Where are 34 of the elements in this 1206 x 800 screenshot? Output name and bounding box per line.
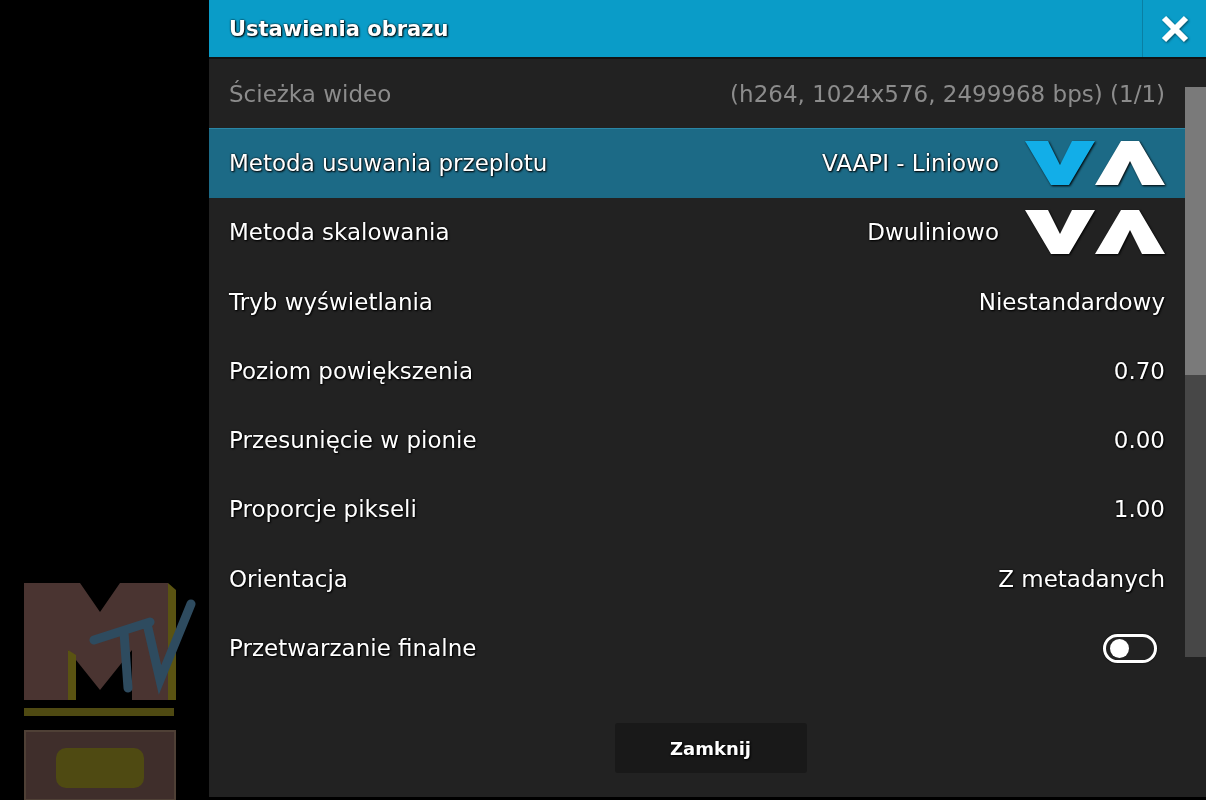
- setting-value: 1.00: [1113, 496, 1165, 523]
- setting-value: 0.00: [1113, 427, 1165, 454]
- chevron-down-icon[interactable]: [1025, 209, 1095, 256]
- setting-value: Dwuliniowo: [867, 219, 999, 246]
- list-item[interactable]: Przetwarzanie finalne: [209, 613, 1185, 683]
- close-icon: [1160, 14, 1189, 43]
- setting-label: Metoda usuwania przeplotu: [229, 150, 548, 177]
- chevron-up-icon[interactable]: [1095, 209, 1165, 256]
- setting-value: (h264, 1024x576, 2499968 bps) (1/1): [730, 80, 1165, 107]
- list-item[interactable]: Metoda usuwania przeplotu VAAPI - Liniowo: [209, 128, 1185, 198]
- setting-value: Niestandardowy: [978, 288, 1165, 315]
- setting-label: Orientacja: [229, 565, 348, 592]
- setting-label: Ścieżka wideo: [229, 80, 392, 107]
- scrollbar[interactable]: [1185, 87, 1206, 657]
- setting-value: Z metadanych: [998, 565, 1165, 592]
- setting-label: Przetwarzanie finalne: [229, 635, 477, 661]
- scrollbar-thumb[interactable]: [1185, 87, 1206, 375]
- list-item[interactable]: Proporcje pikseli 1.00: [209, 474, 1185, 545]
- setting-label: Proporcje pikseli: [229, 496, 417, 523]
- setting-label: Tryb wyświetlania: [229, 288, 433, 315]
- setting-label: Metoda skalowania: [229, 219, 450, 246]
- setting-label: Przesunięcie w pionie: [229, 427, 477, 454]
- dialog-title: Ustawienia obrazu: [229, 16, 449, 41]
- chevron-up-icon[interactable]: [1095, 140, 1165, 187]
- list-item[interactable]: Przesunięcie w pionie 0.00: [209, 405, 1185, 475]
- list-item[interactable]: Metoda skalowania Dwuliniowo: [209, 197, 1185, 267]
- setting-value: VAAPI - Liniowo: [821, 150, 999, 177]
- list-item[interactable]: Tryb wyświetlania Niestandardowy: [209, 266, 1185, 337]
- setting-label: Poziom powiększenia: [229, 357, 473, 384]
- setting-value: 0.70: [1113, 357, 1165, 384]
- list-item[interactable]: Orientacja Z metadanych: [209, 544, 1185, 614]
- toggle-switch[interactable]: [1103, 633, 1157, 663]
- footer-button[interactable]: Zamknij: [614, 723, 807, 773]
- list-item[interactable]: Poziom powiększenia 0.70: [209, 336, 1185, 406]
